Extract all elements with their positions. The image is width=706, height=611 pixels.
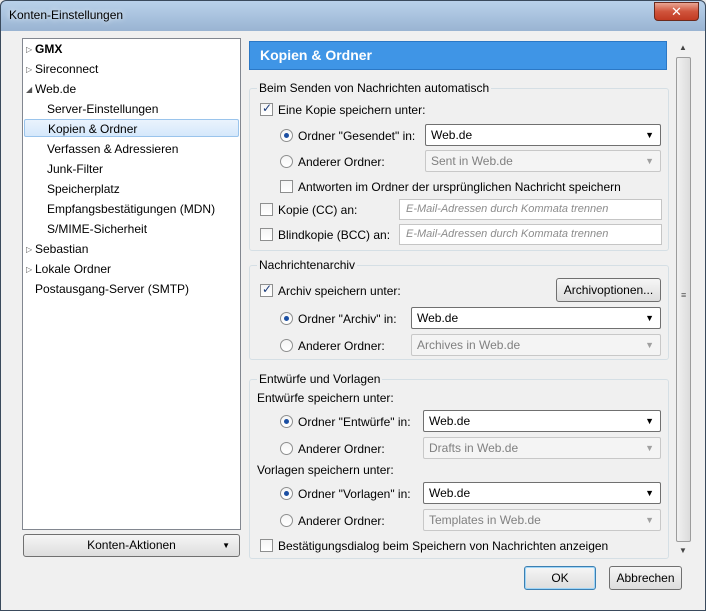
bcc-input[interactable]: E-Mail-Adressen durch Kommata trennen bbox=[399, 224, 662, 245]
cancel-button[interactable]: Abbrechen bbox=[609, 566, 682, 590]
save-copy-checkbox[interactable] bbox=[260, 101, 273, 116]
save-copy-label: Eine Kopie speichern unter: bbox=[278, 103, 426, 117]
sent-folder-label: Ordner "Gesendet" in: bbox=[298, 129, 416, 143]
scroll-down-icon[interactable]: ▼ bbox=[679, 546, 687, 555]
other-drafts-folder-radio[interactable] bbox=[280, 442, 293, 455]
window-title: Konten-Einstellungen bbox=[9, 8, 124, 22]
other-templates-folder-radio[interactable] bbox=[280, 514, 293, 527]
drafts-folder-radio[interactable] bbox=[280, 415, 293, 428]
collapse-icon[interactable]: ◢ bbox=[26, 85, 32, 94]
tree-item-sebastian[interactable]: Sebastian bbox=[35, 240, 88, 258]
confirm-save-label: Bestätigungsdialog beim Speichern von Na… bbox=[278, 539, 609, 553]
sent-folder-select[interactable]: Web.de ▼ bbox=[425, 124, 661, 146]
account-actions-button[interactable]: Konten-Aktionen ▼ bbox=[23, 534, 240, 557]
templates-folder-radio[interactable] bbox=[280, 487, 293, 500]
expand-icon[interactable]: ▷ bbox=[26, 245, 32, 254]
tree-item-copies-folders[interactable]: Kopien & Ordner bbox=[24, 119, 239, 137]
cc-checkbox[interactable] bbox=[260, 203, 273, 216]
drafts-folder-value: Web.de bbox=[429, 414, 471, 428]
tree-item-server-settings[interactable]: Server-Einstellungen bbox=[47, 100, 158, 118]
drafts-group-title: Entwürfe und Vorlagen bbox=[257, 372, 383, 386]
archive-folder-radio[interactable] bbox=[280, 312, 293, 325]
close-icon: ✕ bbox=[671, 4, 682, 19]
other-drafts-folder-value: Drafts in Web.de bbox=[429, 441, 519, 455]
other-templates-folder-value: Templates in Web.de bbox=[429, 513, 541, 527]
tree-item-composition[interactable]: Verfassen & Adressieren bbox=[47, 140, 178, 158]
archive-folder-value: Web.de bbox=[417, 311, 459, 325]
chevron-down-icon: ▼ bbox=[645, 313, 654, 323]
templates-folder-value: Web.de bbox=[429, 486, 471, 500]
drafts-heading: Entwürfe speichern unter: bbox=[257, 391, 394, 405]
archive-folder-label: Ordner "Archiv" in: bbox=[298, 312, 397, 326]
expand-icon[interactable]: ▷ bbox=[26, 65, 32, 74]
archive-folder-select[interactable]: Web.de ▼ bbox=[411, 307, 661, 329]
other-archive-folder-label: Anderer Ordner: bbox=[298, 339, 385, 353]
other-templates-folder-select[interactable]: Templates in Web.de ▼ bbox=[423, 509, 661, 531]
page-title: Kopien & Ordner bbox=[249, 41, 667, 70]
sent-folder-value: Web.de bbox=[431, 128, 473, 142]
account-tree[interactable]: ▷ GMX ▷ Sireconnect ◢ Web.de Server-Eins… bbox=[22, 38, 241, 530]
cc-input[interactable]: E-Mail-Adressen durch Kommata trennen bbox=[399, 199, 662, 220]
chevron-down-icon: ▼ bbox=[645, 488, 654, 498]
reply-folder-label: Antworten im Ordner der ursprünglichen N… bbox=[298, 180, 621, 194]
chevron-down-icon: ▼ bbox=[222, 541, 230, 550]
tree-item-sireconnect[interactable]: Sireconnect bbox=[35, 60, 98, 78]
templates-folder-select[interactable]: Web.de ▼ bbox=[423, 482, 661, 504]
chevron-down-icon: ▼ bbox=[645, 443, 654, 453]
scroll-thumb[interactable]: ≡ bbox=[676, 57, 691, 542]
chevron-down-icon: ▼ bbox=[645, 130, 654, 140]
templates-heading: Vorlagen speichern unter: bbox=[257, 463, 394, 477]
chevron-down-icon: ▼ bbox=[645, 515, 654, 525]
chevron-down-icon: ▼ bbox=[645, 156, 654, 166]
other-drafts-folder-select[interactable]: Drafts in Web.de ▼ bbox=[423, 437, 661, 459]
archive-options-button[interactable]: Archivoptionen... bbox=[556, 278, 661, 302]
other-sent-folder-label: Anderer Ordner: bbox=[298, 155, 385, 169]
tree-item-smime[interactable]: S/MIME-Sicherheit bbox=[47, 220, 147, 238]
settings-window: Konten-Einstellungen ✕ ▷ GMX ▷ Sireconne… bbox=[0, 0, 706, 611]
save-archive-label: Archiv speichern unter: bbox=[278, 284, 401, 298]
tree-item-webde[interactable]: Web.de bbox=[35, 80, 76, 98]
bcc-checkbox[interactable] bbox=[260, 228, 273, 241]
other-archive-folder-select[interactable]: Archives in Web.de ▼ bbox=[411, 334, 661, 356]
chevron-down-icon: ▼ bbox=[645, 340, 654, 350]
title-bar: Konten-Einstellungen ✕ bbox=[1, 1, 705, 31]
other-archive-folder-radio[interactable] bbox=[280, 339, 293, 352]
expand-icon[interactable]: ▷ bbox=[26, 45, 32, 54]
cc-label: Kopie (CC) an: bbox=[278, 203, 358, 217]
other-sent-folder-value: Sent in Web.de bbox=[431, 154, 513, 168]
tree-item-local-folders[interactable]: Lokale Ordner bbox=[35, 260, 111, 278]
reply-folder-checkbox[interactable] bbox=[280, 180, 293, 193]
drafts-folder-label: Ordner "Entwürfe" in: bbox=[298, 415, 411, 429]
other-drafts-folder-label: Anderer Ordner: bbox=[298, 442, 385, 456]
close-button[interactable]: ✕ bbox=[654, 2, 699, 21]
chevron-down-icon: ▼ bbox=[645, 416, 654, 426]
other-sent-folder-select[interactable]: Sent in Web.de ▼ bbox=[425, 150, 661, 172]
sent-folder-radio[interactable] bbox=[280, 129, 293, 142]
dialog-client: ▷ GMX ▷ Sireconnect ◢ Web.de Server-Eins… bbox=[8, 31, 698, 605]
grip-icon: ≡ bbox=[681, 290, 687, 300]
expand-icon[interactable]: ▷ bbox=[26, 265, 32, 274]
other-archive-folder-value: Archives in Web.de bbox=[417, 338, 521, 352]
pane-scrollbar[interactable]: ▲ ≡ ▼ bbox=[675, 41, 692, 559]
tree-item-junk-filter[interactable]: Junk-Filter bbox=[47, 160, 103, 178]
save-archive-checkbox[interactable] bbox=[260, 282, 273, 297]
archive-group-title: Nachrichtenarchiv bbox=[257, 258, 358, 272]
templates-folder-label: Ordner "Vorlagen" in: bbox=[298, 487, 411, 501]
other-templates-folder-label: Anderer Ordner: bbox=[298, 514, 385, 528]
tree-item-gmx[interactable]: GMX bbox=[35, 40, 62, 58]
other-sent-folder-radio[interactable] bbox=[280, 155, 293, 168]
confirm-save-checkbox[interactable] bbox=[260, 539, 273, 552]
scroll-up-icon[interactable]: ▲ bbox=[679, 43, 687, 52]
tree-item-return-receipts[interactable]: Empfangsbestätigungen (MDN) bbox=[47, 200, 215, 218]
tree-item-disk-space[interactable]: Speicherplatz bbox=[47, 180, 120, 198]
tree-item-smtp[interactable]: Postausgang-Server (SMTP) bbox=[35, 280, 189, 298]
ok-button[interactable]: OK bbox=[524, 566, 596, 590]
drafts-folder-select[interactable]: Web.de ▼ bbox=[423, 410, 661, 432]
account-actions-label: Konten-Aktionen bbox=[87, 538, 176, 552]
bcc-label: Blindkopie (BCC) an: bbox=[278, 228, 391, 242]
sending-group-title: Beim Senden von Nachrichten automatisch bbox=[257, 81, 492, 95]
